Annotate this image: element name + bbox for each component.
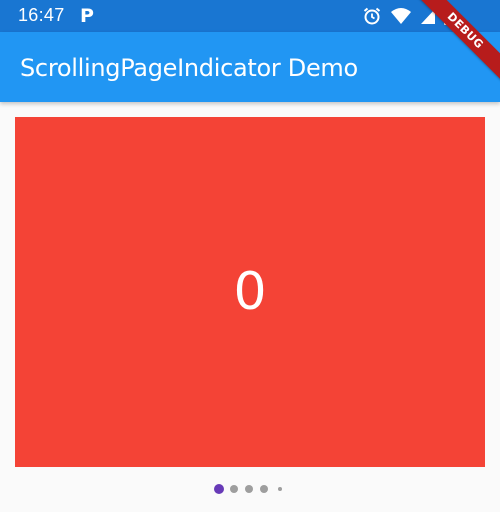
indicator-dot bbox=[260, 485, 268, 493]
status-bar: 16:47 P bbox=[0, 0, 500, 32]
indicator-dot-small bbox=[278, 487, 282, 491]
indicator-dot-active bbox=[214, 484, 224, 494]
wifi-icon bbox=[390, 7, 412, 25]
cellular-icon bbox=[420, 7, 436, 25]
notification-p-icon: P bbox=[80, 5, 94, 27]
alarm-icon bbox=[362, 6, 382, 26]
scrolling-page-indicator bbox=[0, 482, 500, 496]
status-icons bbox=[362, 5, 454, 27]
page-number: 0 bbox=[233, 262, 267, 322]
indicator-dot bbox=[230, 485, 238, 493]
app-bar: ScrollingPageIndicator Demo bbox=[0, 32, 500, 102]
status-time: 16:47 bbox=[18, 5, 65, 25]
indicator-dot bbox=[245, 485, 253, 493]
page-card[interactable]: 0 bbox=[15, 117, 485, 467]
app-title: ScrollingPageIndicator Demo bbox=[20, 54, 358, 82]
battery-icon bbox=[444, 7, 454, 25]
